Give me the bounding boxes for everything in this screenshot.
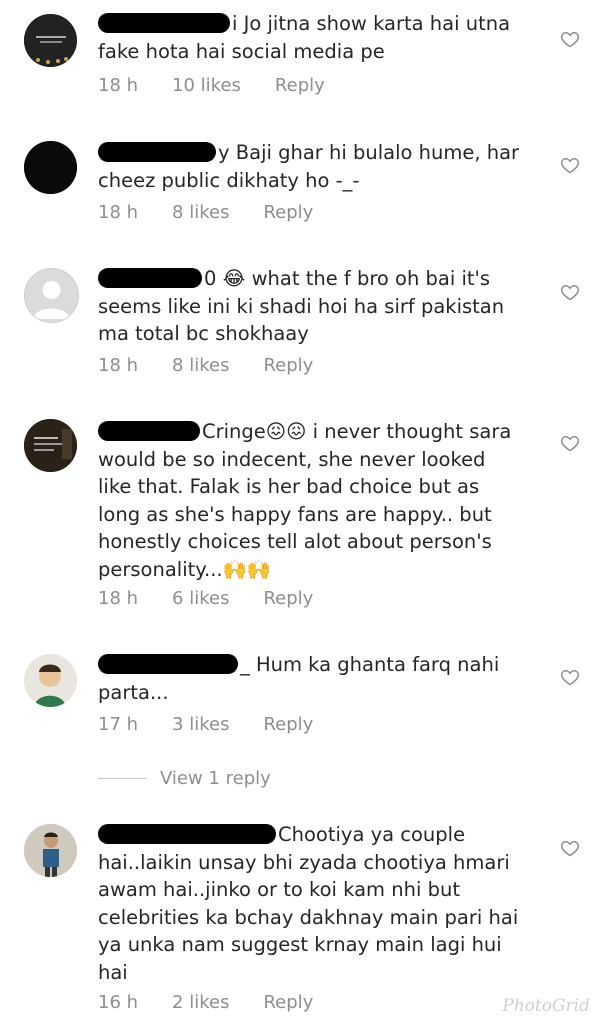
reply-button[interactable]: Reply <box>263 588 313 609</box>
likes-count[interactable]: 8 likes <box>172 202 229 223</box>
likes-count[interactable]: 10 likes <box>172 75 241 96</box>
comment-time: 18 h <box>98 355 139 376</box>
view-replies-label: View 1 reply <box>160 768 271 789</box>
view-replies-button[interactable]: View 1 reply <box>98 768 271 789</box>
heart-icon[interactable] <box>560 282 580 302</box>
comment-meta: 17 h 3 likes Reply <box>98 714 313 735</box>
avatar[interactable] <box>24 824 77 877</box>
avatar[interactable] <box>24 141 77 194</box>
likes-count[interactable]: 6 likes <box>172 588 229 609</box>
quote-image-avatar-icon <box>24 419 77 472</box>
reply-button[interactable]: Reply <box>263 992 313 1013</box>
comment-meta: 18 h 6 likes Reply <box>98 588 313 609</box>
photogrid-watermark: PhotoGrid <box>502 996 590 1016</box>
likes-count[interactable]: 2 likes <box>172 992 229 1013</box>
heart-icon[interactable] <box>560 433 580 453</box>
comment-text: Cringe😖😖 i never thought sara would be s… <box>98 420 512 581</box>
redacted-username <box>98 824 276 844</box>
black-avatar-icon <box>24 141 77 194</box>
comment-meta: 18 h 10 likes Reply <box>98 75 325 96</box>
redacted-username <box>98 654 238 674</box>
comment-meta: 18 h 8 likes Reply <box>98 355 313 376</box>
heart-icon[interactable] <box>560 838 580 858</box>
reply-divider <box>98 778 146 779</box>
comment-text: 0 😂 what the f bro oh bai it's seems lik… <box>98 267 505 345</box>
reply-button[interactable]: Reply <box>263 202 313 223</box>
likes-count[interactable]: 3 likes <box>172 714 229 735</box>
dark-photo-avatar-icon <box>24 14 77 67</box>
comment-text: i Jo jitna show karta hai utna fake hota… <box>98 12 511 63</box>
avatar[interactable] <box>24 654 77 707</box>
comment-text: Chootiya ya couple hai..laikin unsay bhi… <box>98 823 519 984</box>
avatar[interactable] <box>24 14 77 67</box>
redacted-username <box>98 268 202 288</box>
default-user-avatar-icon <box>25 269 78 322</box>
heart-icon[interactable] <box>560 667 580 687</box>
comment-time: 18 h <box>98 202 139 223</box>
comment-meta: 16 h 2 likes Reply <box>98 992 313 1013</box>
heart-icon[interactable] <box>560 29 580 49</box>
reply-button[interactable]: Reply <box>275 75 325 96</box>
comment-meta: 18 h 8 likes Reply <box>98 202 313 223</box>
comment-time: 17 h <box>98 714 139 735</box>
redacted-username <box>98 13 230 33</box>
comment-text: y Baji ghar hi bulalo hume, har cheez pu… <box>98 141 520 192</box>
comment-text: _ Hum ka ghanta farq nahi parta... <box>98 653 500 704</box>
redacted-username <box>98 142 216 162</box>
likes-count[interactable]: 8 likes <box>172 355 229 376</box>
child-photo-avatar-icon <box>24 654 77 707</box>
comment-time: 18 h <box>98 75 139 96</box>
heart-icon[interactable] <box>560 155 580 175</box>
reply-button[interactable]: Reply <box>263 714 313 735</box>
comment-time: 16 h <box>98 992 139 1013</box>
avatar[interactable] <box>24 419 77 472</box>
comment-time: 18 h <box>98 588 139 609</box>
redacted-username <box>98 421 200 441</box>
reply-button[interactable]: Reply <box>263 355 313 376</box>
avatar[interactable] <box>24 268 79 323</box>
man-photo-avatar-icon <box>24 824 77 877</box>
